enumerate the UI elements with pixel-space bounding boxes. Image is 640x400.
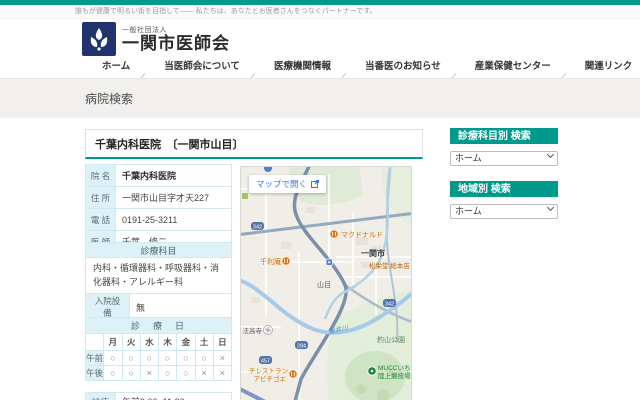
logo-icon — [82, 21, 116, 56]
map-label-senrian: 千利庵 — [260, 257, 281, 266]
phone-label: 電 話 — [85, 208, 116, 231]
am-sat-mark: ○ — [194, 350, 214, 366]
day-thu: 木 — [157, 333, 178, 351]
schedule-table: 診 療 日 月 火 水 木 金 土 日 午前 ○ ○ ○ ○ ○ ○ × 午後 … — [84, 317, 233, 381]
site-tagline: 誰もが健康で明るい街を目指して―― 私たちは、あなたとお医者さんをつなぐパートナ… — [0, 5, 640, 19]
pm-mon-mark: ○ — [103, 365, 123, 381]
day-mon: 月 — [103, 333, 123, 351]
nav-item-medical-institutions[interactable]: 医療機関情報 — [257, 58, 348, 78]
nav-item-occupational-health[interactable]: 産業保健センター — [458, 58, 568, 78]
day-fri: 金 — [176, 333, 196, 351]
schedule-pm-row: 午後 ○ ○ × ○ ○ × × — [84, 365, 233, 381]
site-header: 一般社団法人 一関市医師会 — [0, 19, 640, 58]
svg-text:457: 457 — [261, 359, 270, 365]
svg-text:342: 342 — [253, 225, 262, 231]
map-canvas[interactable]: 342 284 457 342 マクドナルド 千利庵 一関市 松栄堂 総本店 山… — [241, 167, 412, 400]
am-thu-mark: ○ — [157, 350, 178, 366]
am-fri-mark: ○ — [176, 350, 196, 366]
clinic-info-table: 院 名 千葉内科医院 住 所 一関市山目字才天227 電 話 0191-25-3… — [85, 164, 232, 253]
am-wed-mark: ○ — [139, 350, 160, 366]
pm-sat-mark: × — [194, 365, 214, 381]
nav-item-about[interactable]: 当医師会について — [147, 58, 257, 78]
clinic-name-label: 院 名 — [85, 164, 116, 187]
org-name: 一関市医師会 — [122, 33, 230, 53]
departments-value: 内科・循環器科・呼吸器科・消化器科・アレルギー科 — [85, 257, 232, 294]
am-tue-mark: ○ — [121, 350, 141, 366]
day-sat: 土 — [194, 333, 214, 351]
nav-item-duty-doctor-news[interactable]: 当番医のお知らせ — [348, 58, 458, 78]
site-logo[interactable]: 一般社団法人 一関市医師会 — [82, 21, 230, 56]
clinic-heading: 千葉内科医院 〔一関市山目〕 — [85, 129, 423, 159]
search-by-department-header: 診療科目別 検索 — [450, 128, 558, 144]
nav-item-home[interactable]: ホーム — [85, 58, 147, 78]
external-link-icon — [311, 180, 320, 188]
map-label-yamanome: 山目 — [317, 280, 331, 289]
pm-sun-mark: × — [212, 365, 233, 381]
table-row: 電 話 0191-25-3211 — [85, 208, 232, 231]
hours-value: 午前9:00~11:30 — [115, 392, 232, 400]
stadium-marker-icon[interactable] — [367, 366, 377, 376]
schedule-am-row: 午前 ○ ○ ○ ○ ○ ○ × — [84, 350, 233, 366]
am-sun-mark: × — [212, 350, 233, 366]
mcdonalds-marker-icon[interactable] — [329, 229, 339, 239]
map-label-stadium-2: 陸上競技場 — [378, 371, 411, 380]
map-label-city: 一関市 — [361, 248, 385, 258]
svg-text:284: 284 — [297, 344, 306, 350]
main-nav: ホーム 当医師会について 医療機関情報 当番医のお知らせ 産業保健センター 関連… — [0, 58, 640, 78]
page-title: 病院検索 — [0, 78, 640, 118]
clinic-name-value: 千葉内科医院 — [115, 164, 232, 187]
hours-table: 診療 午前9:00~11:30 — [85, 392, 232, 400]
phone-value: 0191-25-3211 — [115, 208, 232, 231]
map-label-mcdonalds: マクドナルド — [341, 231, 383, 239]
pm-wed-mark: × — [139, 365, 160, 381]
route-shield-342b: 342 — [383, 299, 396, 308]
route-shield-342: 342 — [251, 222, 264, 231]
pm-thu-mark: ○ — [157, 365, 178, 381]
department-search-select[interactable]: ホーム — [450, 150, 558, 166]
station-marker-icon[interactable] — [325, 258, 333, 266]
map-label-park: 釣山公園 — [377, 335, 405, 344]
route-shield-457: 457 — [259, 356, 272, 365]
content-area: 千葉内科医院 〔一関市山目〕 院 名 千葉内科医院 住 所 一関市山目字才天22… — [0, 118, 640, 400]
senrian-marker-icon[interactable] — [281, 256, 291, 266]
nav-item-related-links[interactable]: 関連リンク — [568, 58, 640, 78]
table-row: 院 名 千葉内科医院 — [85, 164, 232, 187]
temple-marker-icon[interactable] — [263, 325, 273, 335]
map-label-temple: 法高寺 — [243, 326, 263, 335]
open-in-maps-label: マップで開く — [256, 179, 308, 189]
departments-header: 診療科目 — [85, 242, 232, 258]
table-row: 住 所 一関市山目字才天227 — [85, 186, 232, 209]
pm-tue-mark: ○ — [121, 365, 141, 381]
day-wed: 水 — [139, 333, 160, 351]
area-search-select[interactable]: ホーム — [450, 203, 558, 219]
prefectural-route-shield-icon — [242, 193, 248, 199]
map-panel[interactable]: マップで開く 342 284 457 342 マクドナルド 千利庵 一関市 松栄… — [240, 166, 412, 400]
map-label-restaurant-1: チレストラン — [249, 367, 288, 375]
address-value: 一関市山目字才天227 — [115, 186, 232, 209]
pm-fri-mark: ○ — [176, 365, 196, 381]
day-sun: 日 — [212, 333, 233, 351]
svg-text:342: 342 — [385, 302, 394, 308]
day-tue: 火 — [121, 333, 141, 351]
departments-table: 診療科目 内科・循環器科・呼吸器科・消化器科・アレルギー科 — [85, 242, 232, 294]
restaurant-marker-icon[interactable] — [288, 369, 298, 379]
route-shield-284: 284 — [295, 341, 308, 350]
map-label-restaurant-2: アビチゴエ — [254, 374, 287, 383]
pm-label: 午後 — [84, 365, 105, 381]
map-label-shoeido: 松栄堂 総本店 — [369, 261, 410, 270]
sidebar: 診療科目別 検索 ホーム 地域別 検索 ホーム — [450, 128, 558, 219]
search-by-area-header: 地域別 検索 — [450, 181, 558, 197]
schedule-title: 診 療 日 — [85, 317, 232, 334]
hours-label: 診療 — [85, 392, 116, 400]
schedule-days-row: 月 火 水 木 金 土 日 — [84, 333, 233, 351]
address-label: 住 所 — [85, 186, 116, 209]
am-label: 午前 — [84, 350, 105, 366]
map-label-stadium-1: MUCCいち — [378, 364, 411, 372]
open-in-maps-button[interactable]: マップで開く — [249, 175, 327, 193]
am-mon-mark: ○ — [103, 350, 123, 366]
